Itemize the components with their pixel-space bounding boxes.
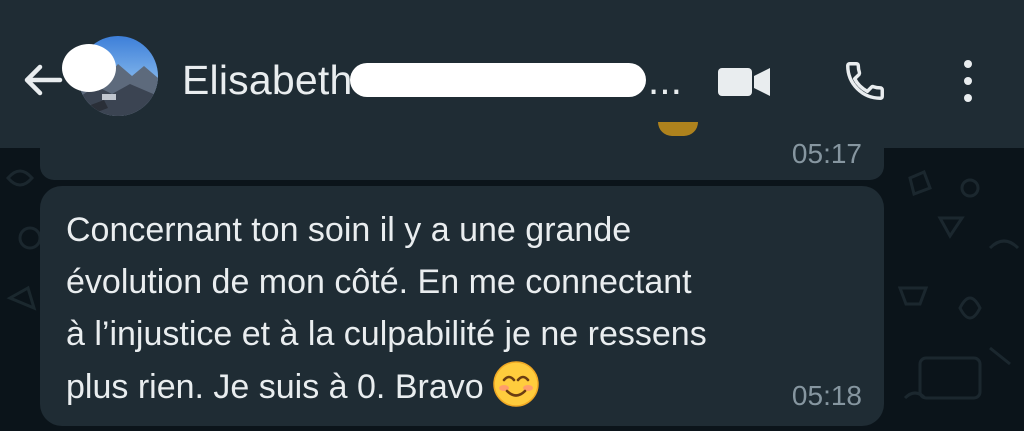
smiling-face-emoji-icon <box>492 361 539 407</box>
message-line: Concernant ton soin il y a une grande <box>66 211 632 249</box>
message-timestamp: 05:18 <box>791 380 862 411</box>
message-line: à l’injustice et à la culpabilité je ne … <box>66 315 707 353</box>
back-arrow-icon[interactable] <box>18 56 66 104</box>
message-bubble[interactable]: Concernant ton soin il y a une grande év… <box>40 186 884 426</box>
chat-header: Elisabeth ... <box>0 0 1024 148</box>
video-call-icon[interactable] <box>718 66 770 98</box>
contact-title[interactable]: Elisabeth ... <box>182 52 682 108</box>
name-redaction <box>350 63 646 97</box>
message-line: évolution de mon côté. En me connectant <box>66 263 692 301</box>
emoji-fragment <box>658 122 698 136</box>
message-line-text: plus rien. Je suis à 0. Bravo <box>66 368 484 406</box>
message-timestamp: 05:17 <box>791 138 862 169</box>
contact-name: Elisabeth <box>182 56 353 103</box>
message-line-last: plus rien. Je suis à 0. Bravo <box>66 360 836 413</box>
name-ellipsis: ... <box>647 56 682 103</box>
phone-icon[interactable] <box>842 58 888 104</box>
avatar-redaction <box>62 44 116 92</box>
message-bubble-previous[interactable]: 05:17 <box>40 122 884 180</box>
message-text: Concernant ton soin il y a une grande év… <box>66 204 836 413</box>
more-options-icon[interactable] <box>956 58 980 104</box>
